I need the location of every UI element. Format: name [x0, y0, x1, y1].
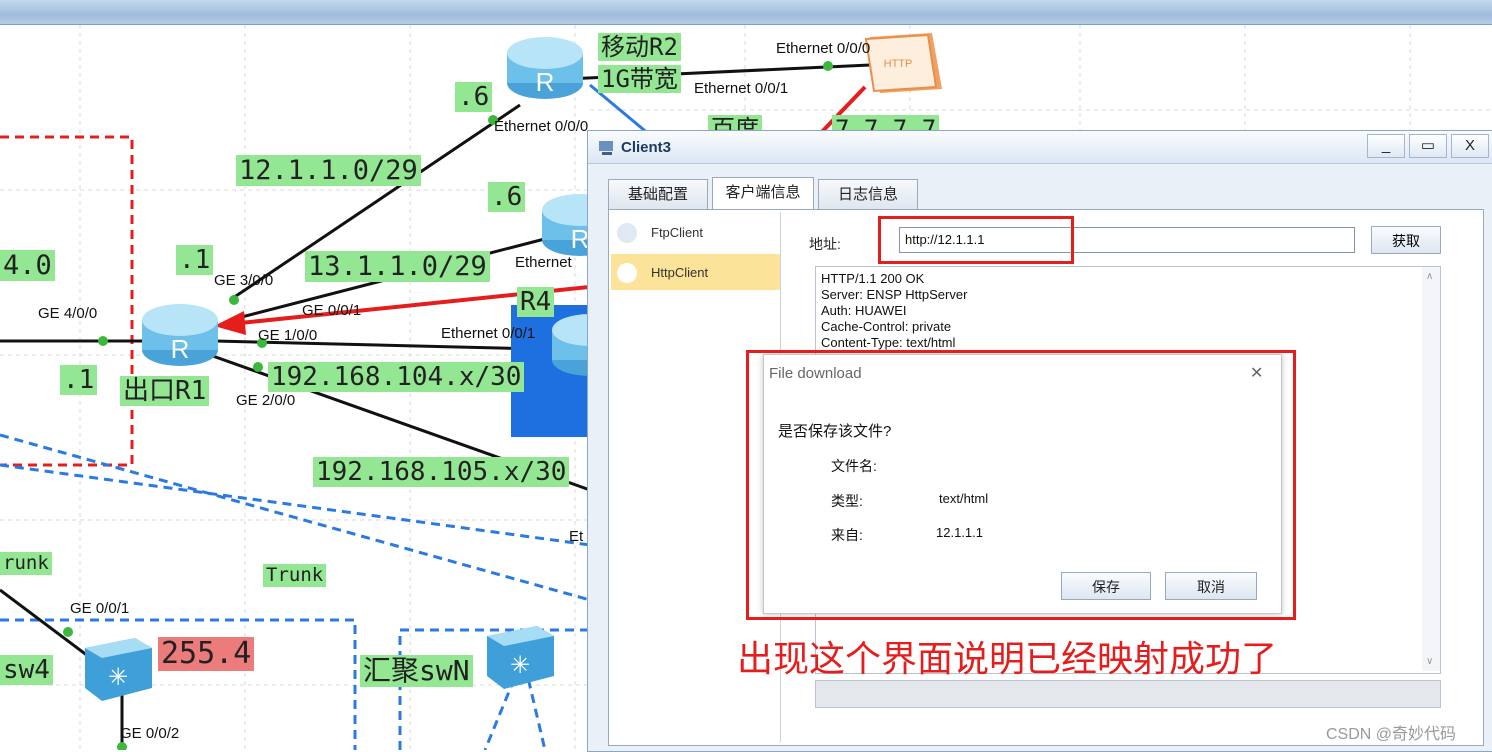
dialog-highlight-box — [746, 350, 1296, 620]
svg-text:✳: ✳ — [510, 651, 530, 679]
left-net-label: 4.0 — [0, 250, 55, 281]
response-line: Server: ENSP HttpServer — [821, 287, 968, 302]
app-top-toolbar — [0, 0, 1492, 25]
sw4-ge001-label: GE 0/0/1 — [70, 600, 130, 617]
watermark: CSDN @奇妙代码 — [1326, 726, 1457, 743]
status-bar — [815, 680, 1441, 708]
r3-dot6-label: .6 — [488, 182, 526, 212]
minimize-button[interactable]: _ — [1367, 134, 1405, 158]
r4-eth-label: Ethernet 0/0/1 — [441, 325, 536, 342]
http-server-icon[interactable]: HTTP — [862, 27, 944, 97]
switch-swn-icon[interactable]: ✳ — [482, 621, 557, 691]
sw4-mask-label: 255.4 — [158, 637, 255, 671]
scroll-down-icon[interactable]: ∨ — [1426, 656, 1433, 667]
r1-ge100-label: GE 1/0/0 — [258, 327, 318, 344]
close-button[interactable]: X — [1451, 134, 1489, 158]
svg-text:✳: ✳ — [108, 663, 128, 691]
maximize-button[interactable]: ▭ — [1409, 134, 1447, 158]
r4-name-label: R4 — [517, 287, 555, 317]
fetch-button[interactable]: 获取 — [1371, 226, 1441, 254]
response-line: Auth: HUAWEI — [821, 303, 907, 318]
r1-dot1-top-label: .1 — [176, 245, 214, 275]
client-app-icon — [599, 141, 613, 155]
response-content: HTTP/1.1 200 OK Server: ENSP HttpServer … — [821, 271, 967, 351]
window-titlebar[interactable]: Client3 _ ▭ X — [588, 131, 1492, 164]
net-12-label: 12.1.1.0/29 — [236, 155, 421, 186]
tab-basic-config[interactable]: 基础配置 — [608, 179, 708, 209]
svg-text:R: R — [536, 67, 555, 97]
net-105-label: 192.168.105.x/30 — [313, 457, 570, 487]
address-label: 地址: — [809, 236, 841, 252]
http-server-port-label: Ethernet 0/0/0 — [776, 40, 871, 57]
http-client-icon — [617, 263, 637, 283]
annotation-text: 出现这个界面说明已经映射成功了 — [737, 639, 1278, 680]
trunk-mid-label: Trunk — [263, 564, 327, 587]
r1-ge300-label: GE 3/0/0 — [214, 272, 274, 289]
tab-log-info[interactable]: 日志信息 — [818, 179, 918, 209]
switch-sw4-icon[interactable]: ✳ — [80, 633, 155, 703]
r1-dot1-left-label: .1 — [60, 365, 98, 395]
swn-name-label: 汇聚swN — [360, 655, 473, 687]
address-highlight-box — [878, 216, 1074, 264]
r2-eth001-label: Ethernet 0/0/1 — [694, 80, 789, 97]
r1-ge200-label: GE 2/0/0 — [236, 392, 296, 409]
r2-dot6-label: .6 — [455, 82, 493, 112]
response-line: HTTP/1.1 200 OK — [821, 271, 925, 286]
r1-name-label: 出口R1 — [120, 376, 210, 406]
svg-text:R: R — [171, 334, 190, 364]
r1-ge400-label: GE 4/0/0 — [38, 305, 98, 322]
sw4-ge002-label: GE 0/0/2 — [120, 725, 180, 742]
tab-client-info[interactable]: 客户端信息 — [712, 177, 814, 209]
router-r1-icon[interactable]: R — [140, 300, 220, 370]
eth-cut-label: Et — [569, 528, 584, 545]
r2-bandwidth-label: 1G带宽 — [598, 65, 681, 93]
r2-eth000-label: Ethernet 0/0/0 — [494, 118, 589, 135]
r3-eth-label: Ethernet — [515, 254, 572, 271]
response-line: Content-Type: text/html — [821, 335, 956, 350]
svg-text:HTTP: HTTP — [884, 58, 913, 70]
net-13-label: 13.1.1.0/29 — [305, 251, 490, 282]
ftp-client-icon — [617, 223, 637, 243]
list-item-httpclient[interactable]: HttpClient — [611, 254, 780, 290]
list-item-ftpclient[interactable]: FtpClient — [611, 214, 780, 250]
net-104-label: 192.168.104.x/30 — [268, 362, 525, 392]
r2-name-label: 移动R2 — [598, 33, 681, 61]
r1-ge001-label: GE 0/0/1 — [302, 302, 362, 319]
router-r2-icon[interactable]: R — [505, 33, 585, 103]
sw4-name-label: sw4 — [0, 655, 53, 685]
response-line: Cache-Control: private — [821, 319, 952, 334]
scroll-up-icon[interactable]: ∧ — [1426, 271, 1433, 282]
window-title: Client3 — [621, 139, 672, 156]
response-scrollbar[interactable]: ∧ ∨ — [1422, 267, 1440, 671]
trunk-left-label: runk — [0, 552, 52, 575]
